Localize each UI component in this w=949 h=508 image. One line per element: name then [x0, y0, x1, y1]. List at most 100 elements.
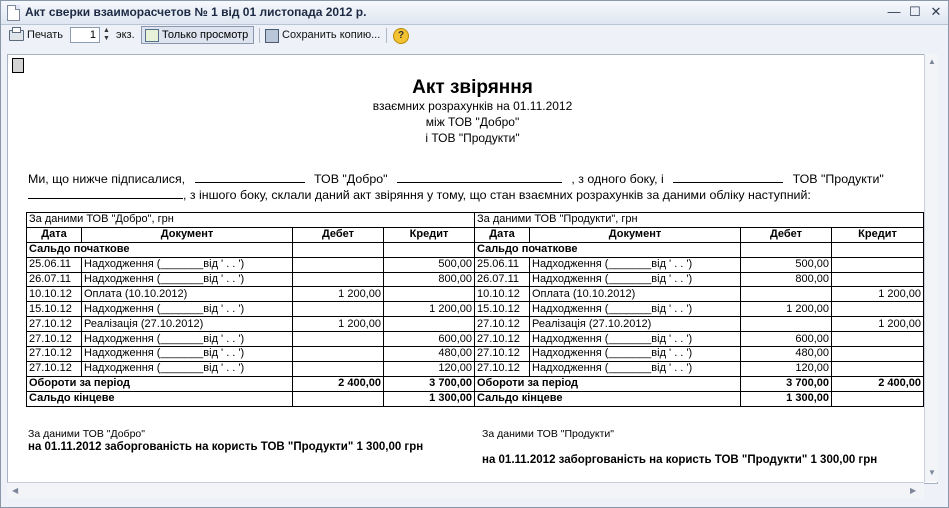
- cell-credit-left: 480,00: [383, 346, 475, 362]
- scroll-right-icon[interactable]: ▶: [910, 486, 916, 495]
- left-party-header: За даними ТОВ "Добро", грн: [26, 212, 475, 228]
- print-button[interactable]: Печать: [27, 29, 63, 41]
- cell-date-left: 27.10.12: [26, 331, 82, 348]
- toolbar-separator: [386, 28, 387, 43]
- cell-document-left: Надходження (_______від ' . . '): [81, 346, 293, 362]
- view-only-button[interactable]: Только просмотр: [141, 26, 254, 44]
- cell-date-right: 26.07.11: [474, 271, 530, 288]
- intro-party-1: ТОВ "Добро": [314, 172, 388, 186]
- cell-date-left: 26.07.11: [26, 271, 82, 288]
- sheet-corner-marker: [12, 58, 24, 73]
- closing-label-left: Сальдо кінцеве: [26, 390, 293, 407]
- cell-document-left: Надходження (_______від ' . . '): [81, 256, 293, 273]
- cell-document-left: Надходження (_______від ' . . '): [81, 331, 293, 348]
- right-party-header: За даними ТОВ "Продукти", грн: [473, 212, 925, 228]
- closing-debit-left: [292, 390, 384, 407]
- turnover-label-right: Обороти за період: [474, 375, 741, 392]
- cell-credit-right: [830, 346, 925, 362]
- copies-stepper[interactable]: ▲ ▼: [101, 27, 112, 43]
- signer-blank-4: [28, 188, 183, 199]
- cell-credit-right: [830, 331, 925, 348]
- cell-document-left: Надходження (_______від ' . . '): [81, 271, 293, 288]
- cell-document-left: Оплата (10.10.2012): [81, 286, 293, 303]
- cell-debit-right: 500,00: [740, 256, 832, 273]
- cell-credit-right: [830, 271, 925, 288]
- table-row: 15.10.12 Надходження (_______від ' . . ')…: [26, 301, 925, 318]
- cell-debit-left: 1 200,00: [292, 286, 384, 303]
- cell-date-left: 10.10.12: [26, 286, 82, 303]
- scroll-up-icon[interactable]: ▲: [928, 57, 936, 66]
- turnover-debit-right: 3 700,00: [740, 375, 832, 392]
- cell-document-left: Надходження (_______від ' . . '): [81, 301, 293, 318]
- cell-date-left: 25.06.11: [26, 256, 82, 273]
- cell-debit-right: 600,00: [740, 331, 832, 348]
- turnover-label-left: Обороти за період: [26, 375, 293, 392]
- table-row: 26.07.11 Надходження (_______від ' . . ')…: [26, 271, 925, 288]
- cell-debit-right: 480,00: [740, 346, 832, 362]
- cell-debit-left: [292, 331, 384, 348]
- cell-date-right: 27.10.12: [474, 331, 530, 348]
- reconciliation-table: За даними ТОВ "Добро", грн За даними ТОВ…: [26, 212, 925, 407]
- cell-credit-right: [830, 256, 925, 273]
- turnover-credit-right: 2 400,00: [830, 375, 925, 392]
- intro-party-2: ТОВ "Продукти": [792, 172, 884, 186]
- col-credit-left: Кредит: [383, 226, 475, 243]
- maximize-button[interactable]: ☐: [905, 3, 925, 21]
- cell-date-right: 27.10.12: [474, 360, 530, 377]
- cell-credit-right: [830, 301, 925, 318]
- help-icon[interactable]: ?: [393, 28, 409, 44]
- cell-debit-right: 120,00: [740, 360, 832, 377]
- cell-document-right: Надходження (_______від ' . . '): [529, 271, 741, 288]
- close-button[interactable]: ✕: [926, 3, 946, 21]
- closing-credit-left: 1 300,00: [383, 390, 475, 407]
- title-bar: Акт сверки взаиморасчетов № 1 від 01 лис…: [1, 1, 948, 25]
- closing-label-right: Сальдо кінцеве: [474, 390, 741, 407]
- report-title: Акт звіряння: [412, 77, 533, 98]
- horizontal-scrollbar[interactable]: ◀ ▶: [7, 482, 924, 498]
- cell-date-right: 25.06.11: [474, 256, 530, 273]
- scroll-left-icon[interactable]: ◀: [12, 486, 18, 495]
- table-row: 25.06.11 Надходження (_______від ' . . ')…: [26, 256, 925, 273]
- signer-blank-2: [396, 172, 562, 183]
- window-title: Акт сверки взаиморасчетов № 1 від 01 лис…: [25, 5, 367, 19]
- printer-icon[interactable]: [9, 27, 24, 41]
- cell-debit-right: 1 200,00: [740, 301, 832, 318]
- edit-lock-icon: [145, 29, 159, 42]
- cell-credit-right: [830, 360, 925, 377]
- report-party-1: між ТОВ "Добро": [425, 115, 520, 129]
- report-window: Акт сверки взаиморасчетов № 1 від 01 лис…: [0, 0, 949, 508]
- copies-input[interactable]: 1: [70, 27, 100, 43]
- document-icon: [7, 5, 20, 21]
- save-copy-button[interactable]: Сохранить копию...: [282, 29, 380, 41]
- intro-text-3: , з іншого боку, склали даний акт звірян…: [183, 188, 811, 202]
- cell-date-left: 27.10.12: [26, 360, 82, 377]
- cell-document-right: Надходження (_______від ' . . '): [529, 301, 741, 318]
- cell-date-left: 27.10.12: [26, 346, 82, 362]
- table-row: 27.10.12 Надходження (_______від ' . . ')…: [26, 346, 925, 362]
- report-subtitle: взаємних розрахунків на 01.11.2012: [372, 99, 573, 113]
- table-row: 27.10.12 Надходження (_______від ' . . ')…: [26, 331, 925, 348]
- toolbar: Печать 1 ▲ ▼ экз. Только просмотр Сохрани…: [1, 25, 948, 47]
- view-only-label: Только просмотр: [162, 29, 249, 41]
- cell-credit-left: 800,00: [383, 271, 475, 288]
- vertical-scrollbar[interactable]: ▲ ▼: [924, 54, 938, 482]
- cell-debit-left: [292, 256, 384, 273]
- cell-date-right: 27.10.12: [474, 316, 530, 333]
- cell-document-left: Надходження (_______від ' . . '): [81, 360, 293, 377]
- cell-credit-left: 120,00: [383, 360, 475, 377]
- minimize-button[interactable]: —: [884, 3, 904, 21]
- copies-unit: экз.: [116, 29, 135, 41]
- turnover-credit-left: 3 700,00: [383, 375, 475, 392]
- col-document-right: Документ: [529, 226, 741, 243]
- cell-credit-right: 1 200,00: [830, 316, 925, 333]
- cell-document-right: Надходження (_______від ' . . '): [529, 346, 741, 362]
- footer-right-label: За даними ТОВ "Продукти": [482, 428, 614, 440]
- turnover-debit-left: 2 400,00: [292, 375, 384, 392]
- signer-blank-3: [673, 172, 784, 183]
- save-icon[interactable]: [265, 29, 279, 43]
- scroll-down-icon[interactable]: ▼: [928, 468, 936, 477]
- cell-debit-right: [740, 286, 832, 303]
- cell-document-right: Надходження (_______від ' . . '): [529, 331, 741, 348]
- table-row: 27.10.12 Надходження (_______від ' . . ')…: [26, 360, 925, 377]
- footer-left-label: За даними ТОВ "Добро": [28, 428, 145, 440]
